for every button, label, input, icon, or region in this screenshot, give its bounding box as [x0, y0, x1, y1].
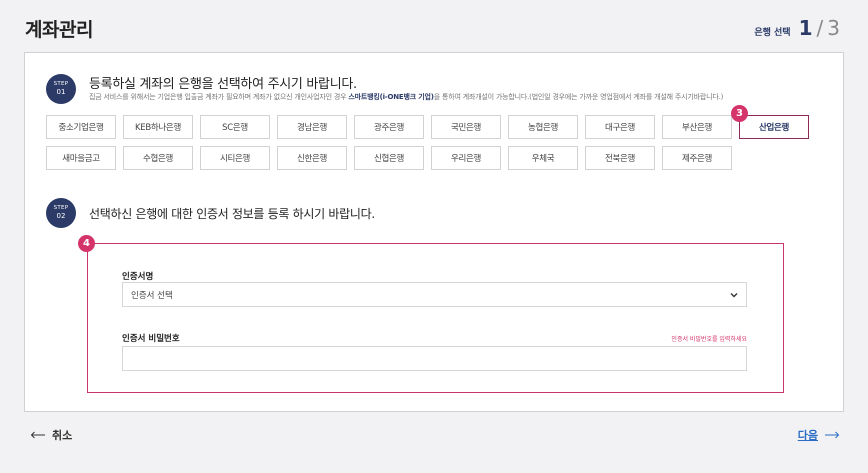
next-button[interactable]: 다음 [798, 427, 840, 443]
step-current: 1 [798, 16, 813, 40]
bank-button[interactable]: 우체국 [508, 146, 578, 170]
step1-note: 집금 서비스를 위해서는 기업은행 입출금 계좌가 필요하며 계좌가 없으신 개… [89, 92, 723, 102]
bank-button[interactable]: 우리은행 [431, 146, 501, 170]
step-total: 3 [827, 16, 840, 40]
step1-note-before: 집금 서비스를 위해서는 기업은행 입출금 계좌가 필요하며 계좌가 없으신 개… [89, 93, 349, 101]
step2-badge: STEP 02 [46, 198, 76, 228]
step1-note-after: 을 통하여 계좌개설이 가능합니다.(법인일 경우에는 가까운 영업점에서 계좌… [433, 93, 724, 101]
arrow-right-icon [825, 431, 840, 439]
bank-row-2: 새마을금고 수협은행 시티은행 신한은행 신협은행 우리은행 우체국 전북은행 … [46, 146, 826, 170]
bank-grid: 중소기업은행 KEB하나은행 SC은행 경남은행 광주은행 국민은행 농협은행 … [46, 115, 826, 177]
bank-button[interactable]: 중소기업은행 [46, 115, 116, 139]
cert-password-input[interactable] [122, 346, 747, 371]
step2-badge-label: STEP [53, 205, 69, 212]
bank-button[interactable]: 대구은행 [585, 115, 655, 139]
bank-button[interactable]: KEB하나은행 [123, 115, 193, 139]
annotation-marker-4: 4 [78, 235, 95, 252]
arrow-left-icon [30, 431, 45, 439]
bank-button[interactable]: 농협은행 [508, 115, 578, 139]
bank-row-1: 중소기업은행 KEB하나은행 SC은행 경남은행 광주은행 국민은행 농협은행 … [46, 115, 826, 139]
step2-heading: 선택하신 은행에 대한 인증서 정보를 등록 하시기 바랍니다. [89, 207, 375, 221]
bank-button[interactable]: 새마을금고 [46, 146, 116, 170]
bank-button[interactable]: 전북은행 [585, 146, 655, 170]
step1-badge-number: 01 [56, 87, 66, 96]
bank-button[interactable]: 신협은행 [354, 146, 424, 170]
bank-button[interactable]: 광주은행 [354, 115, 424, 139]
bank-button[interactable]: 신한은행 [277, 146, 347, 170]
cert-select[interactable]: 인증서 선택 [122, 282, 747, 307]
bank-button-selected[interactable]: 산업은행 [739, 115, 809, 139]
step1-badge: STEP 01 [46, 74, 76, 104]
bank-button[interactable]: 수협은행 [123, 146, 193, 170]
next-button-label: 다음 [797, 429, 818, 442]
annotation-marker-3: 3 [731, 105, 748, 122]
certificate-form: 인증서명 인증서 선택 인증서 비밀번호 인증서 비밀번호를 입력하세요 [87, 243, 784, 393]
bank-button[interactable]: 국민은행 [431, 115, 501, 139]
step-separator: / [816, 16, 824, 40]
bank-button[interactable]: 부산은행 [662, 115, 732, 139]
bank-button[interactable]: 제주은행 [662, 146, 732, 170]
bank-button[interactable]: 경남은행 [277, 115, 347, 139]
page-title: 계좌관리 [25, 19, 93, 41]
account-form-card: STEP 01 등록하실 계좌의 은행을 선택하여 주시기 바랍니다. 집금 서… [24, 52, 844, 412]
cert-select-value: 인증서 선택 [131, 290, 173, 301]
step2-badge-number: 02 [56, 211, 66, 220]
bank-button[interactable]: 시티은행 [200, 146, 270, 170]
step-indicator: 은행 선택 1 / 3 [754, 16, 840, 40]
cancel-button-label: 취소 [52, 429, 73, 442]
step1-badge-label: STEP [53, 81, 69, 88]
cancel-button[interactable]: 취소 [30, 427, 72, 443]
cert-password-label: 인증서 비밀번호 [122, 334, 180, 344]
cert-name-label: 인증서명 [122, 272, 154, 282]
bank-button[interactable]: SC은행 [200, 115, 270, 139]
chevron-down-icon [730, 293, 738, 298]
cert-password-error: 인증서 비밀번호를 입력하세요 [671, 336, 747, 343]
smart-banking-link[interactable]: 스마트뱅킹(i-ONE뱅크 기업) [348, 93, 433, 101]
step-indicator-label: 은행 선택 [754, 28, 791, 38]
step1-heading: 등록하실 계좌의 은행을 선택하여 주시기 바랍니다. [89, 77, 357, 92]
